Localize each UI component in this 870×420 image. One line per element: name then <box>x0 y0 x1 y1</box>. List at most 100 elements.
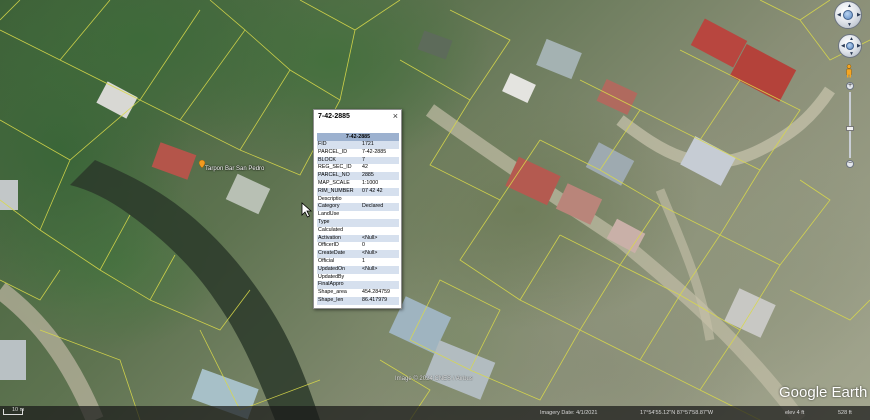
move-icon[interactable]: ▲ ▼ ◀ ▶ <box>838 34 862 58</box>
attribute-key: MAP_SCALE <box>317 179 361 188</box>
table-row: Shape_len 86.417979 <box>317 296 399 305</box>
zoom-slider[interactable]: + − <box>846 82 854 172</box>
attribute-value <box>361 195 399 204</box>
attribute-table-body: FID 1721 PARCEL_ID 7-42-2885 BLOCK 7 REG_SEC_I… <box>317 141 399 305</box>
attribute-value: 1:1000 <box>361 179 399 188</box>
imagery-credit: Image © 2024 CNES / Airbus <box>395 376 473 382</box>
map-imagery-layer <box>0 0 870 420</box>
building-roof <box>502 73 536 103</box>
attribute-value: <Null> <box>361 265 399 274</box>
mouse-pointer-icon <box>301 202 313 218</box>
table-row: Shape_area 454.284759 <box>317 289 399 297</box>
attribute-value: 07 42 42 <box>361 187 399 196</box>
building-roof <box>0 340 26 380</box>
look-up-arrow-icon[interactable]: ▲ <box>847 4 852 9</box>
table-row: LandUse <box>317 211 399 219</box>
cursor-coordinates: 17°54'55.12"N 87°57'58.87"W <box>640 410 714 416</box>
scale-label: 10 m <box>12 407 25 413</box>
attribute-value: 1721 <box>361 141 399 149</box>
close-icon[interactable]: × <box>393 111 398 121</box>
popup-title: 7-42-2885 <box>318 113 350 120</box>
street-view-pegman-icon[interactable] <box>845 64 853 78</box>
table-row: Category Declared <box>317 203 399 212</box>
zoom-track[interactable] <box>849 92 851 158</box>
look-left-arrow-icon[interactable]: ◀ <box>837 13 841 18</box>
attribute-key: Activation <box>317 234 361 243</box>
eye-altitude: 528 ft <box>838 410 852 416</box>
building-roof <box>585 142 635 186</box>
look-down-arrow-icon[interactable]: ▼ <box>847 23 852 28</box>
attribute-table: 7-42-2885 FID 1721 PARCEL_ID 7-42-2885 BLOCK… <box>317 133 399 305</box>
attribute-key: FinalAppro <box>317 281 361 290</box>
attribute-table-header: 7-42-2885 <box>317 133 399 141</box>
look-right-arrow-icon[interactable]: ▶ <box>857 13 861 18</box>
attribute-value <box>361 226 399 235</box>
attribute-key: REG_SEC_ID <box>317 164 361 173</box>
move-down-arrow-icon[interactable]: ▼ <box>849 52 854 57</box>
attribute-value: <Null> <box>361 234 399 243</box>
table-row: Type <box>317 218 399 227</box>
building-roof <box>417 30 453 60</box>
zoom-out-button[interactable]: − <box>846 160 854 168</box>
building-roof <box>0 180 18 210</box>
zoom-in-button[interactable]: + <box>846 82 854 90</box>
table-row: Descriptio <box>317 195 399 204</box>
table-row: UpdatedBy <box>317 273 399 282</box>
table-row: FinalAppro <box>317 281 399 290</box>
attribute-value: 7 <box>361 156 399 165</box>
attribute-value: 454.284759 <box>361 289 399 297</box>
table-row: Calculated <box>317 226 399 235</box>
attribute-value: <Null> <box>361 250 399 258</box>
elevation-readout: elev 4 ft <box>785 410 805 416</box>
table-row: CreateDate <Null> <box>317 250 399 258</box>
attribute-key: UpdatedBy <box>317 273 361 282</box>
attribute-key: LandUse <box>317 211 361 219</box>
move-right-arrow-icon[interactable]: ▶ <box>857 44 861 49</box>
status-bar: 10 m Imagery Date: 4/1/2021 17°54'55.12"… <box>0 406 870 420</box>
attribute-key: RIM_NUMBER <box>317 187 361 196</box>
attribute-key: Calculated <box>317 226 361 235</box>
building-roof <box>680 136 736 186</box>
table-row: OfficerID 0 <box>317 242 399 251</box>
building-roof <box>536 38 582 80</box>
building-roof <box>96 81 138 119</box>
attribute-value <box>361 281 399 290</box>
building-roof <box>596 78 638 116</box>
table-row: PARCEL_NO 2885 <box>317 172 399 180</box>
building-roof <box>225 173 271 215</box>
attribute-key: Category <box>317 203 361 212</box>
parcel-info-popup: 7-42-2885 × 7-42-2885 FID 1721 PARCEL_ID 7-… <box>313 109 402 309</box>
attribute-value <box>361 211 399 219</box>
attribute-key: Type <box>317 218 361 227</box>
attribute-key: Shape_len <box>317 296 361 305</box>
table-row: Activation <Null> <box>317 234 399 243</box>
table-row: BLOCK 7 <box>317 156 399 165</box>
zoom-thumb[interactable] <box>846 126 854 131</box>
attribute-value: 1 <box>361 257 399 266</box>
attribute-key: BLOCK <box>317 156 361 165</box>
attribute-key: CreateDate <box>317 250 361 258</box>
table-row: REG_SEC_ID 42 <box>317 164 399 173</box>
attribute-key: PARCEL_ID <box>317 148 361 157</box>
move-center-icon[interactable] <box>846 42 854 50</box>
place-label[interactable]: Tarpon Bar San Pedro <box>205 166 264 172</box>
building-roof <box>151 142 197 180</box>
attribute-value: 42 <box>361 164 399 173</box>
look-around-icon[interactable]: ▲ ▼ ◀ ▶ <box>834 1 862 29</box>
attribute-value: 0 <box>361 242 399 251</box>
table-row: UpdatedOn <Null> <box>317 265 399 274</box>
river-channel <box>70 160 320 420</box>
compass-center-icon[interactable] <box>843 10 853 20</box>
table-row: RIM_NUMBER 07 42 42 <box>317 187 399 196</box>
attribute-key: Shape_area <box>317 289 361 297</box>
move-left-arrow-icon[interactable]: ◀ <box>841 44 845 49</box>
satellite-map-view[interactable] <box>0 0 870 420</box>
imagery-date: Imagery Date: 4/1/2021 <box>540 410 598 416</box>
table-row: FID 1721 <box>317 141 399 149</box>
road <box>655 188 715 341</box>
attribute-value: Declared <box>361 203 399 212</box>
road <box>616 86 835 169</box>
attribute-value: 86.417979 <box>361 296 399 305</box>
attribute-key: PARCEL_NO <box>317 172 361 180</box>
table-row: MAP_SCALE 1:1000 <box>317 179 399 188</box>
